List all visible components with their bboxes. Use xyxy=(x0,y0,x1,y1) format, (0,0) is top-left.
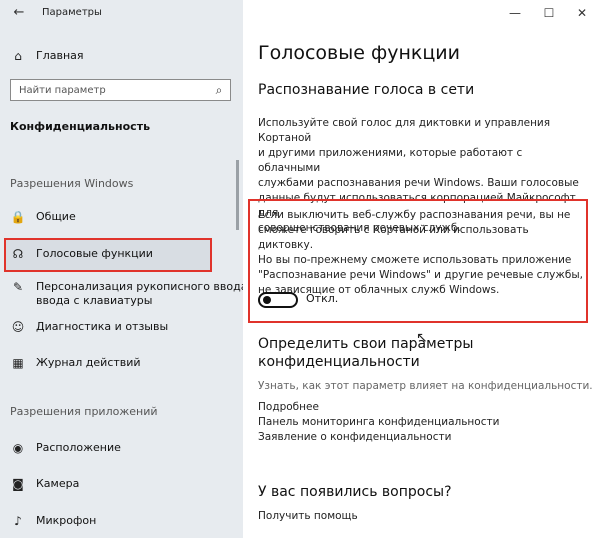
sidebar-item-label: Микрофон xyxy=(36,514,97,527)
sidebar-item-label: Расположение xyxy=(36,441,121,454)
link-privacy-statement[interactable]: Заявление о конфиденциальности xyxy=(258,431,451,443)
toggle-knob xyxy=(263,296,271,304)
sidebar-item-activity[interactable]: ▦ Журнал действий xyxy=(0,351,243,377)
close-icon: ✕ xyxy=(576,6,588,20)
search-icon[interactable]: ⌕ xyxy=(211,82,227,98)
warning-line: Но вы по-прежнему сможете использовать п… xyxy=(258,254,572,266)
sidebar-item-diagnostics[interactable]: ☺ Диагностика и отзывы xyxy=(0,315,243,341)
section-heading-privacy: Определить свои параметры xyxy=(258,336,474,352)
maximize-icon: ☐ xyxy=(543,6,555,20)
back-button[interactable]: ← xyxy=(8,4,30,22)
title-bar: ← Параметры — ☐ ✕ xyxy=(0,0,599,28)
maximize-button[interactable]: ☐ xyxy=(534,3,564,23)
sidebar-item-label: Общие xyxy=(36,210,76,223)
microphone-icon: ♪ xyxy=(14,514,22,528)
link-get-help[interactable]: Получить помощь xyxy=(258,510,358,522)
sidebar-item-label: Персонализация рукописного ввода и xyxy=(36,280,259,293)
sidebar-scrollbar[interactable] xyxy=(236,160,239,230)
warning-line: Если выключить веб-службу распознавания … xyxy=(258,209,571,221)
warning-line: "Распознавание речи Windows" и другие ре… xyxy=(258,269,583,281)
handwriting-icon: ✎ xyxy=(12,280,24,294)
sidebar-item-home[interactable]: ⌂ Главная xyxy=(0,44,243,70)
search-box[interactable]: ⌕ xyxy=(10,79,231,101)
search-input[interactable] xyxy=(11,80,217,100)
desc-line: и другими приложениями, которые работают… xyxy=(258,147,523,174)
camera-icon: ◙ xyxy=(12,477,24,491)
minimize-icon: — xyxy=(509,6,521,20)
group-label-apps: Разрешения приложений xyxy=(10,405,158,418)
link-learn-more[interactable]: Подробнее xyxy=(258,401,319,413)
desc-line: Используйте свой голос для диктовки и уп… xyxy=(258,117,551,144)
sidebar-item-label-line2: ввода с клавиатуры xyxy=(36,294,153,307)
sidebar-item-camera[interactable]: ◙ Камера xyxy=(0,472,243,498)
sidebar: ⌕ ⌂ Главная Конфиденциальность Разрешени… xyxy=(0,0,258,538)
feedback-icon: ☺ xyxy=(11,320,25,334)
settings-window: ⌕ ⌂ Главная Конфиденциальность Разрешени… xyxy=(0,0,599,538)
voice-icon: ☊ xyxy=(12,247,24,261)
sidebar-item-label: Главная xyxy=(36,49,84,62)
section-heading-questions: У вас появились вопросы? xyxy=(258,484,452,500)
sidebar-item-label: Камера xyxy=(36,477,80,490)
minimize-button[interactable]: — xyxy=(500,3,530,23)
sidebar-item-location[interactable]: ◉ Расположение xyxy=(0,436,243,462)
home-icon: ⌂ xyxy=(14,49,22,63)
warning-text: Если выключить веб-службу распознавания … xyxy=(258,208,583,298)
toggle-state-label: Откл. xyxy=(306,292,339,305)
sidebar-item-handwriting[interactable]: ✎ Персонализация рукописного ввода и вво… xyxy=(0,275,258,307)
app-title: Параметры xyxy=(42,7,102,18)
sidebar-item-label: Голосовые функции xyxy=(36,247,153,260)
sidebar-item-label: Журнал действий xyxy=(36,356,141,369)
close-button[interactable]: ✕ xyxy=(567,3,597,23)
warning-line: сможете говорить с Кортаной или использо… xyxy=(258,224,529,251)
back-arrow-icon: ← xyxy=(13,5,25,20)
section-heading-privacy-line2: конфиденциальности xyxy=(258,354,420,370)
sidebar-item-voice[interactable]: ☊ Голосовые функции xyxy=(0,242,243,268)
sidebar-item-general[interactable]: 🔒 Общие xyxy=(0,205,243,231)
page-title: Голосовые функции xyxy=(258,42,460,64)
sidebar-item-microphone[interactable]: ♪ Микрофон xyxy=(0,509,243,535)
section-heading-online-speech: Распознавание голоса в сети xyxy=(258,82,475,98)
online-speech-toggle[interactable] xyxy=(258,292,298,308)
privacy-subtitle: Узнать, как этот параметр влияет на конф… xyxy=(258,380,593,392)
sidebar-item-label: Диагностика и отзывы xyxy=(36,320,169,333)
group-label-windows: Разрешения Windows xyxy=(10,177,134,190)
section-title: Конфиденциальность xyxy=(10,120,151,133)
lock-icon: 🔒 xyxy=(10,210,26,224)
history-icon: ▦ xyxy=(12,356,24,370)
location-icon: ◉ xyxy=(12,441,24,455)
desc-line: службами распознавания речи Windows. Ваш… xyxy=(258,177,579,189)
link-privacy-dashboard[interactable]: Панель мониторинга конфиденциальности xyxy=(258,416,499,428)
